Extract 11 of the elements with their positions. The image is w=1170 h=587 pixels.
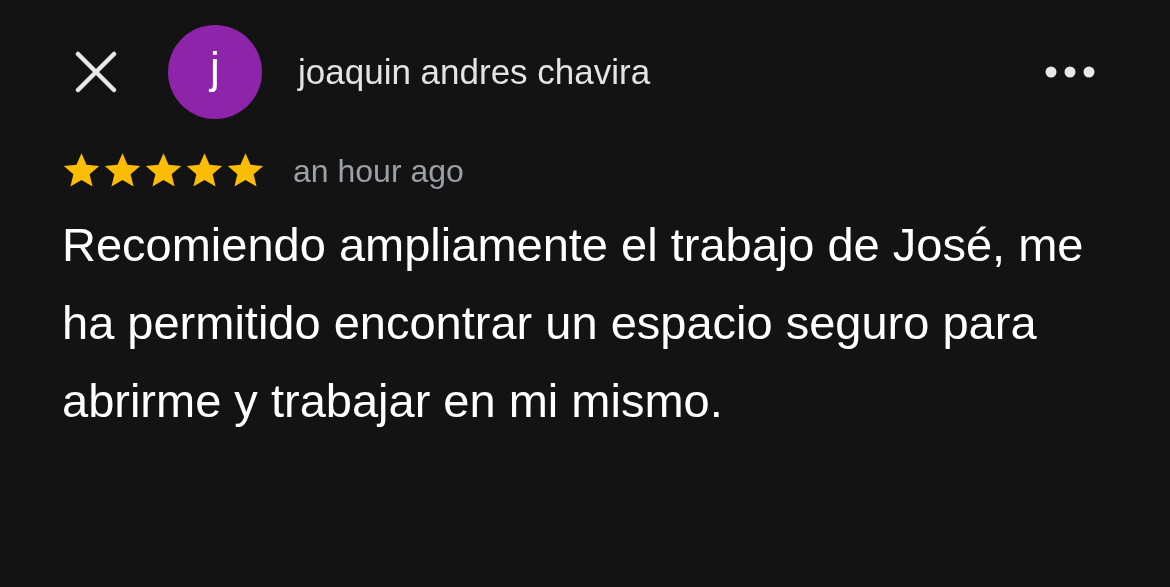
star-filled-icon <box>185 152 224 190</box>
more-icon <box>1045 66 1095 78</box>
author-name: joaquin andres chavira <box>298 50 651 93</box>
star-filled-icon <box>62 152 101 190</box>
close-icon <box>75 51 117 93</box>
review-time: an hour ago <box>293 152 464 191</box>
star-filled-icon <box>144 152 183 190</box>
review-text: Recomiendo ampliamente el trabajo de José, me ha permitido encontrar un espacio seguro para abrirme y trabajar en mi mismo. <box>62 217 1085 429</box>
star-filled-icon <box>103 152 142 190</box>
avatar: j <box>168 25 262 119</box>
star-filled-icon <box>226 152 265 190</box>
